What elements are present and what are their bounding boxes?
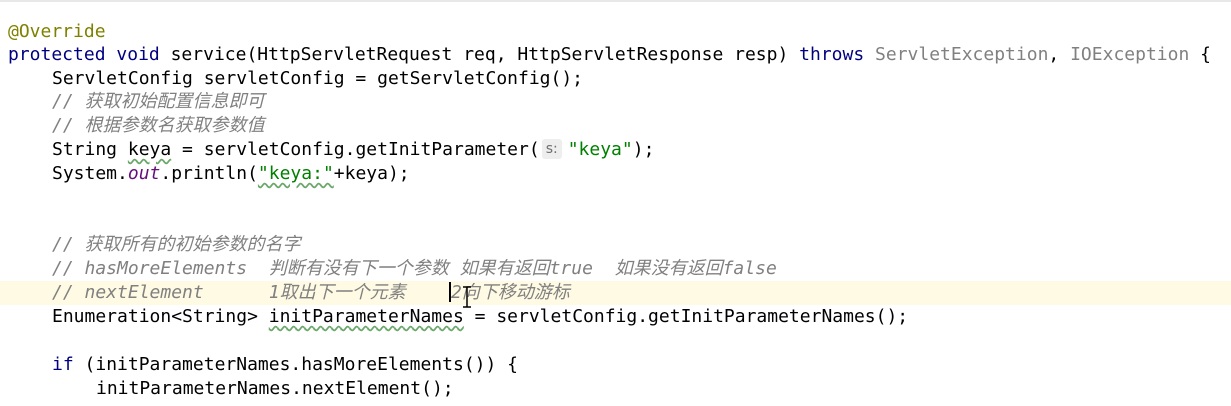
text-i-beam-cursor-icon [463, 286, 471, 308]
code-line-5[interactable]: // 根据参数名获取参数值 [0, 114, 1231, 138]
get-init-parameter-call: = servletConfig.getInitParameter( [171, 139, 540, 160]
code-line-16[interactable]: initParameterNames.nextElement(); [0, 377, 1231, 401]
code-line-12-current[interactable]: // nextElement 1取出下一个元素 2向下移动游标 [0, 281, 1231, 305]
code-line-11[interactable]: // hasMoreElements 判断有没有下一个参数 如果有返回true … [0, 257, 1231, 281]
code-line-13[interactable]: Enumeration<String> initParameterNames =… [0, 305, 1231, 329]
open-brace: { [1189, 44, 1211, 65]
comment-has-more-elements: // hasMoreElements 判断有没有下一个参数 如果有返回true … [52, 258, 777, 279]
comma-separator: , [1048, 44, 1071, 65]
keyword-throws: throws [799, 44, 865, 65]
comment-get-param-value: // 根据参数名获取参数值 [52, 115, 265, 136]
code-line-2[interactable]: protected void service(HttpServletReques… [0, 43, 1231, 67]
println-args-close: +keya); [333, 163, 410, 184]
editor-top-divider [0, 0, 1231, 2]
code-line-15[interactable]: if (initParameterNames.hasMoreElements()… [0, 353, 1231, 377]
get-init-parameter-names-call: = servletConfig.getInitParameterNames(); [463, 306, 909, 327]
next-element-call: initParameterNames.nextElement(); [96, 378, 454, 399]
variable-init-parameter-names: initParameterNames [268, 306, 464, 327]
string-keya-label: "keya:" [257, 163, 334, 184]
system-class: System. [52, 163, 128, 184]
println-call: .println( [160, 163, 258, 184]
override-annotation: @Override [8, 21, 106, 42]
code-line-1[interactable]: @Override [0, 20, 1231, 44]
comment-get-all-names: // 获取所有的初始参数的名字 [52, 234, 301, 255]
code-editor[interactable]: @Override protected void service(HttpSer… [0, 0, 1231, 406]
keyword-void: void [116, 44, 160, 65]
call-close: ); [632, 139, 655, 160]
variable-keya: keya [127, 139, 172, 160]
servlet-config-statement: ServletConfig servletConfig = getServlet… [52, 68, 584, 89]
method-params: (HttpServletRequest req, HttpServletResp… [246, 44, 800, 65]
keyword-if: if [52, 354, 74, 375]
comment-next-element: // nextElement 1取出下一个元素 [52, 282, 449, 303]
method-name: service [170, 44, 247, 65]
exception-servlet: ServletException [875, 44, 1049, 65]
enumeration-type: Enumeration<String> [52, 306, 269, 327]
exception-io: IOException [1070, 44, 1190, 65]
parameter-hint: s: [541, 139, 562, 159]
code-line-7[interactable]: System.out.println("keya:"+keya); [0, 162, 1231, 186]
code-line-4[interactable]: // 获取初始配置信息即可 [0, 90, 1231, 114]
field-out: out [127, 163, 161, 184]
keyword-protected: protected [8, 44, 106, 65]
type-string: String [52, 139, 128, 160]
code-line-6[interactable]: String keya = servletConfig.getInitParam… [0, 138, 1231, 162]
if-condition: (initParameterNames.hasMoreElements()) { [73, 354, 519, 375]
string-keya: "keya" [567, 139, 633, 160]
comment-get-config: // 获取初始配置信息即可 [52, 91, 265, 112]
code-line-10[interactable]: // 获取所有的初始参数的名字 [0, 233, 1231, 257]
code-line-3[interactable]: ServletConfig servletConfig = getServlet… [0, 67, 1231, 91]
